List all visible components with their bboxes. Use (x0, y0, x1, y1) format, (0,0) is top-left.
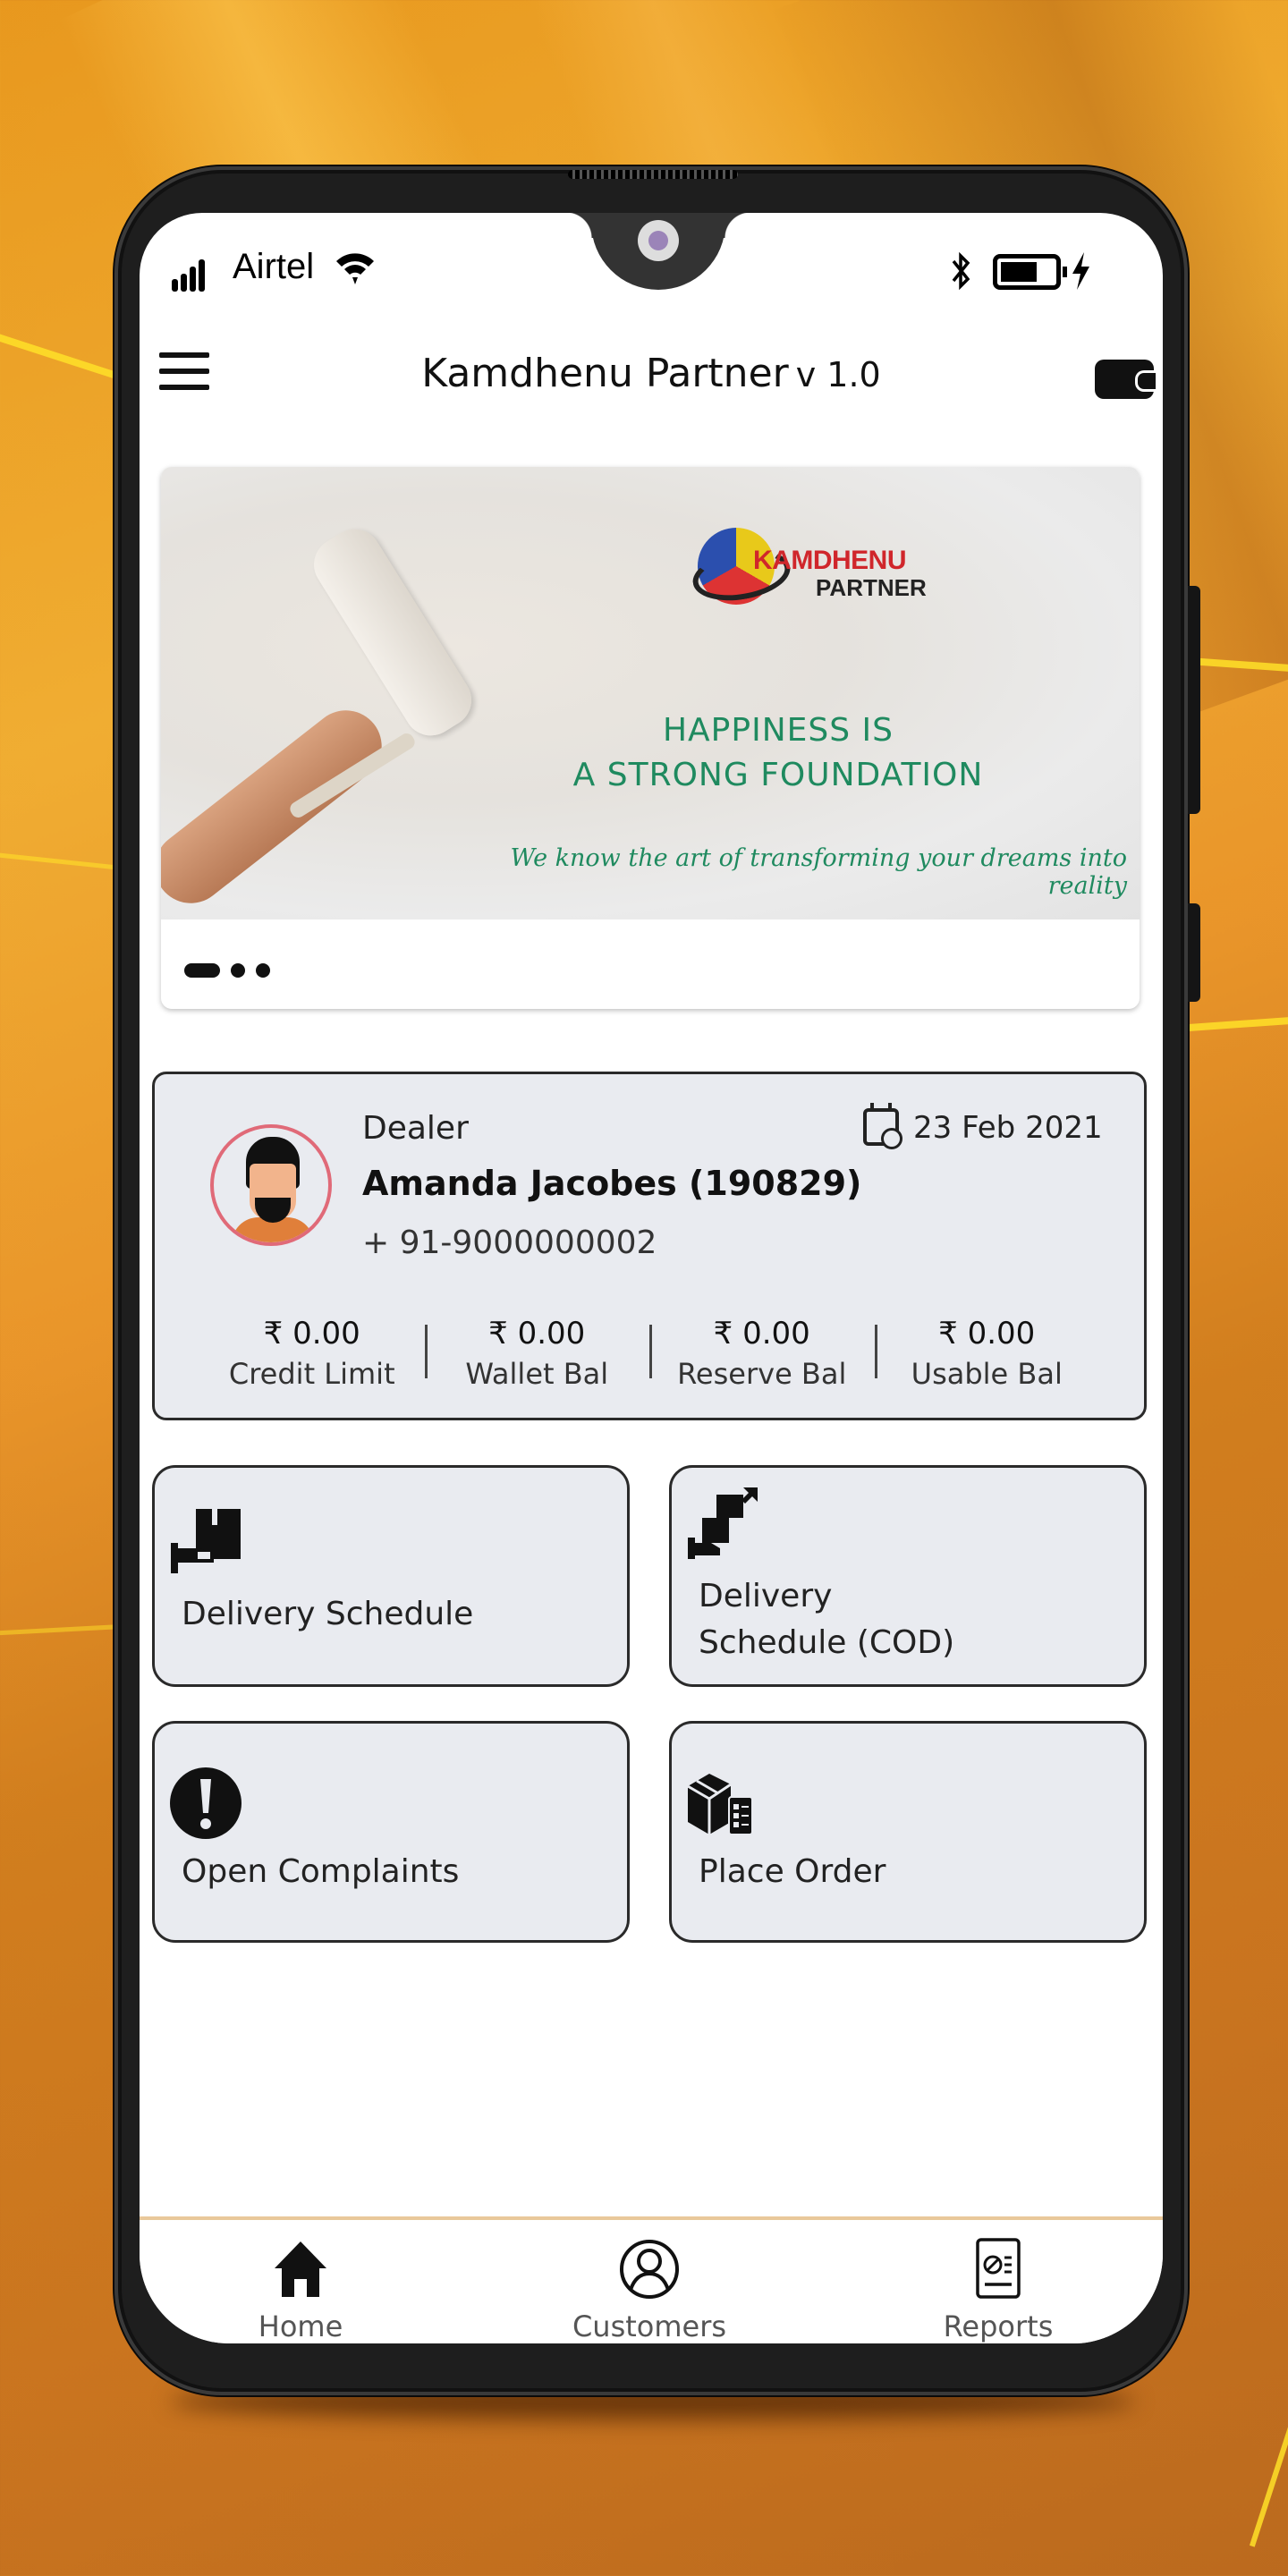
background-line (0, 1623, 126, 1637)
carousel-dot[interactable] (231, 963, 245, 978)
report-icon (976, 2238, 1021, 2299)
nav-label: Home (258, 2309, 343, 2343)
carousel-dot[interactable] (256, 963, 270, 978)
charging-icon (1072, 252, 1089, 290)
balance-label: Wallet Bal (465, 1357, 609, 1391)
delivery-schedule-cod-tile[interactable]: Delivery Schedule (COD) (669, 1465, 1147, 1687)
banner-image: KAMDHENU PARTNER HAPPINESS IS A STRONG F… (161, 467, 1140, 919)
open-complaints-tile[interactable]: Open Complaints (152, 1721, 630, 1943)
avatar (210, 1124, 332, 1246)
dealer-role: Dealer (362, 1110, 469, 1147)
carousel-dot-active[interactable] (184, 963, 220, 978)
logo-subtitle: PARTNER (816, 574, 927, 601)
app-title-text: Kamdhenu Partner (421, 351, 789, 396)
promo-banner-carousel[interactable]: KAMDHENU PARTNER HAPPINESS IS A STRONG F… (161, 467, 1140, 1009)
balance-row: ₹ 0.00 Credit Limit ₹ 0.00 Wallet Bal ₹ … (155, 1316, 1144, 1391)
paint-roller-illustration (303, 519, 482, 746)
nav-label: Reports (943, 2309, 1054, 2343)
speaker-grille (568, 170, 738, 179)
dealer-phone: + 91-9000000002 (362, 1224, 657, 1261)
balance-wallet: ₹ 0.00 Wallet Bal (424, 1316, 650, 1391)
place-order-tile[interactable]: Place Order (669, 1721, 1147, 1943)
balance-value: ₹ 0.00 (263, 1316, 360, 1352)
delivery-cod-icon (688, 1487, 758, 1559)
battery-icon (993, 254, 1067, 290)
tile-label-line1: Delivery (699, 1578, 833, 1614)
nav-reports[interactable]: Reports (909, 2238, 1088, 2343)
balance-reserve: ₹ 0.00 Reserve Bal (649, 1316, 875, 1391)
banner-headline-line2: A STRONG FOUNDATION (572, 757, 984, 793)
balance-label: Credit Limit (228, 1357, 395, 1391)
banner-headline-line1: HAPPINESS IS (662, 712, 894, 749)
power-button (1188, 903, 1200, 1002)
wifi-icon (336, 253, 374, 284)
tile-label: Open Complaints (182, 1853, 460, 1890)
balance-usable: ₹ 0.00 Usable Bal (874, 1316, 1100, 1391)
balance-value: ₹ 0.00 (938, 1316, 1036, 1352)
balance-value: ₹ 0.00 (488, 1316, 586, 1352)
tile-label: Delivery Schedule (COD) (699, 1573, 954, 1666)
balance-label: Reserve Bal (677, 1357, 847, 1391)
volume-button (1188, 586, 1200, 814)
tile-label: Place Order (699, 1853, 886, 1890)
carousel-indicators (184, 963, 270, 978)
user-circle-icon (620, 2240, 679, 2299)
logo-name: KAMDHENU (753, 546, 907, 575)
nav-customers[interactable]: Customers (560, 2238, 739, 2343)
bluetooth-icon (952, 251, 970, 291)
calendar-clock-icon (863, 1103, 902, 1149)
dealer-info-card: Dealer Amanda Jacobes (190829) + 91-9000… (152, 1072, 1147, 1420)
app-title: Kamdhenu Partner v 1.0 (140, 351, 1163, 396)
background-line (1249, 2324, 1288, 2547)
dealer-name: Amanda Jacobes (190829) (362, 1164, 862, 1203)
phone-screen: Airtel Kamdhenu Partner v 1.0 KAMDHENU P… (140, 213, 1163, 2343)
home-icon (275, 2241, 326, 2297)
app-version: v 1.0 (795, 355, 881, 394)
banner-tagline: We know the art of transforming your dre… (510, 844, 1127, 900)
wallet-icon[interactable] (1095, 360, 1156, 399)
balance-label: Usable Bal (911, 1357, 1063, 1391)
bottom-navigation: Home Customers Reports (140, 2216, 1163, 2343)
background-line (0, 324, 123, 381)
carrier-name: Airtel (233, 247, 315, 286)
delivery-hand-box-icon (171, 1509, 241, 1573)
nav-label: Customers (572, 2309, 727, 2343)
background-line (1180, 1014, 1288, 1032)
signal-icon (172, 259, 205, 292)
balance-value: ₹ 0.00 (713, 1316, 810, 1352)
exclamation-circle-icon (170, 1767, 242, 1839)
dealer-date: 23 Feb 2021 (913, 1110, 1103, 1146)
box-clipboard-icon (687, 1774, 753, 1835)
banner-headline: HAPPINESS IS A STRONG FOUNDATION (510, 708, 1046, 798)
balance-credit-limit: ₹ 0.00 Credit Limit (199, 1316, 425, 1391)
kamdhenu-logo: KAMDHENU PARTNER (689, 528, 930, 617)
nav-home[interactable]: Home (211, 2238, 390, 2343)
tile-label-line2: Schedule (COD) (699, 1624, 955, 1661)
hand-illustration (161, 696, 396, 918)
tile-label: Delivery Schedule (182, 1596, 474, 1632)
delivery-schedule-tile[interactable]: Delivery Schedule (152, 1465, 630, 1687)
front-camera (638, 220, 679, 261)
app-header: Kamdhenu Partner v 1.0 (140, 329, 1163, 419)
